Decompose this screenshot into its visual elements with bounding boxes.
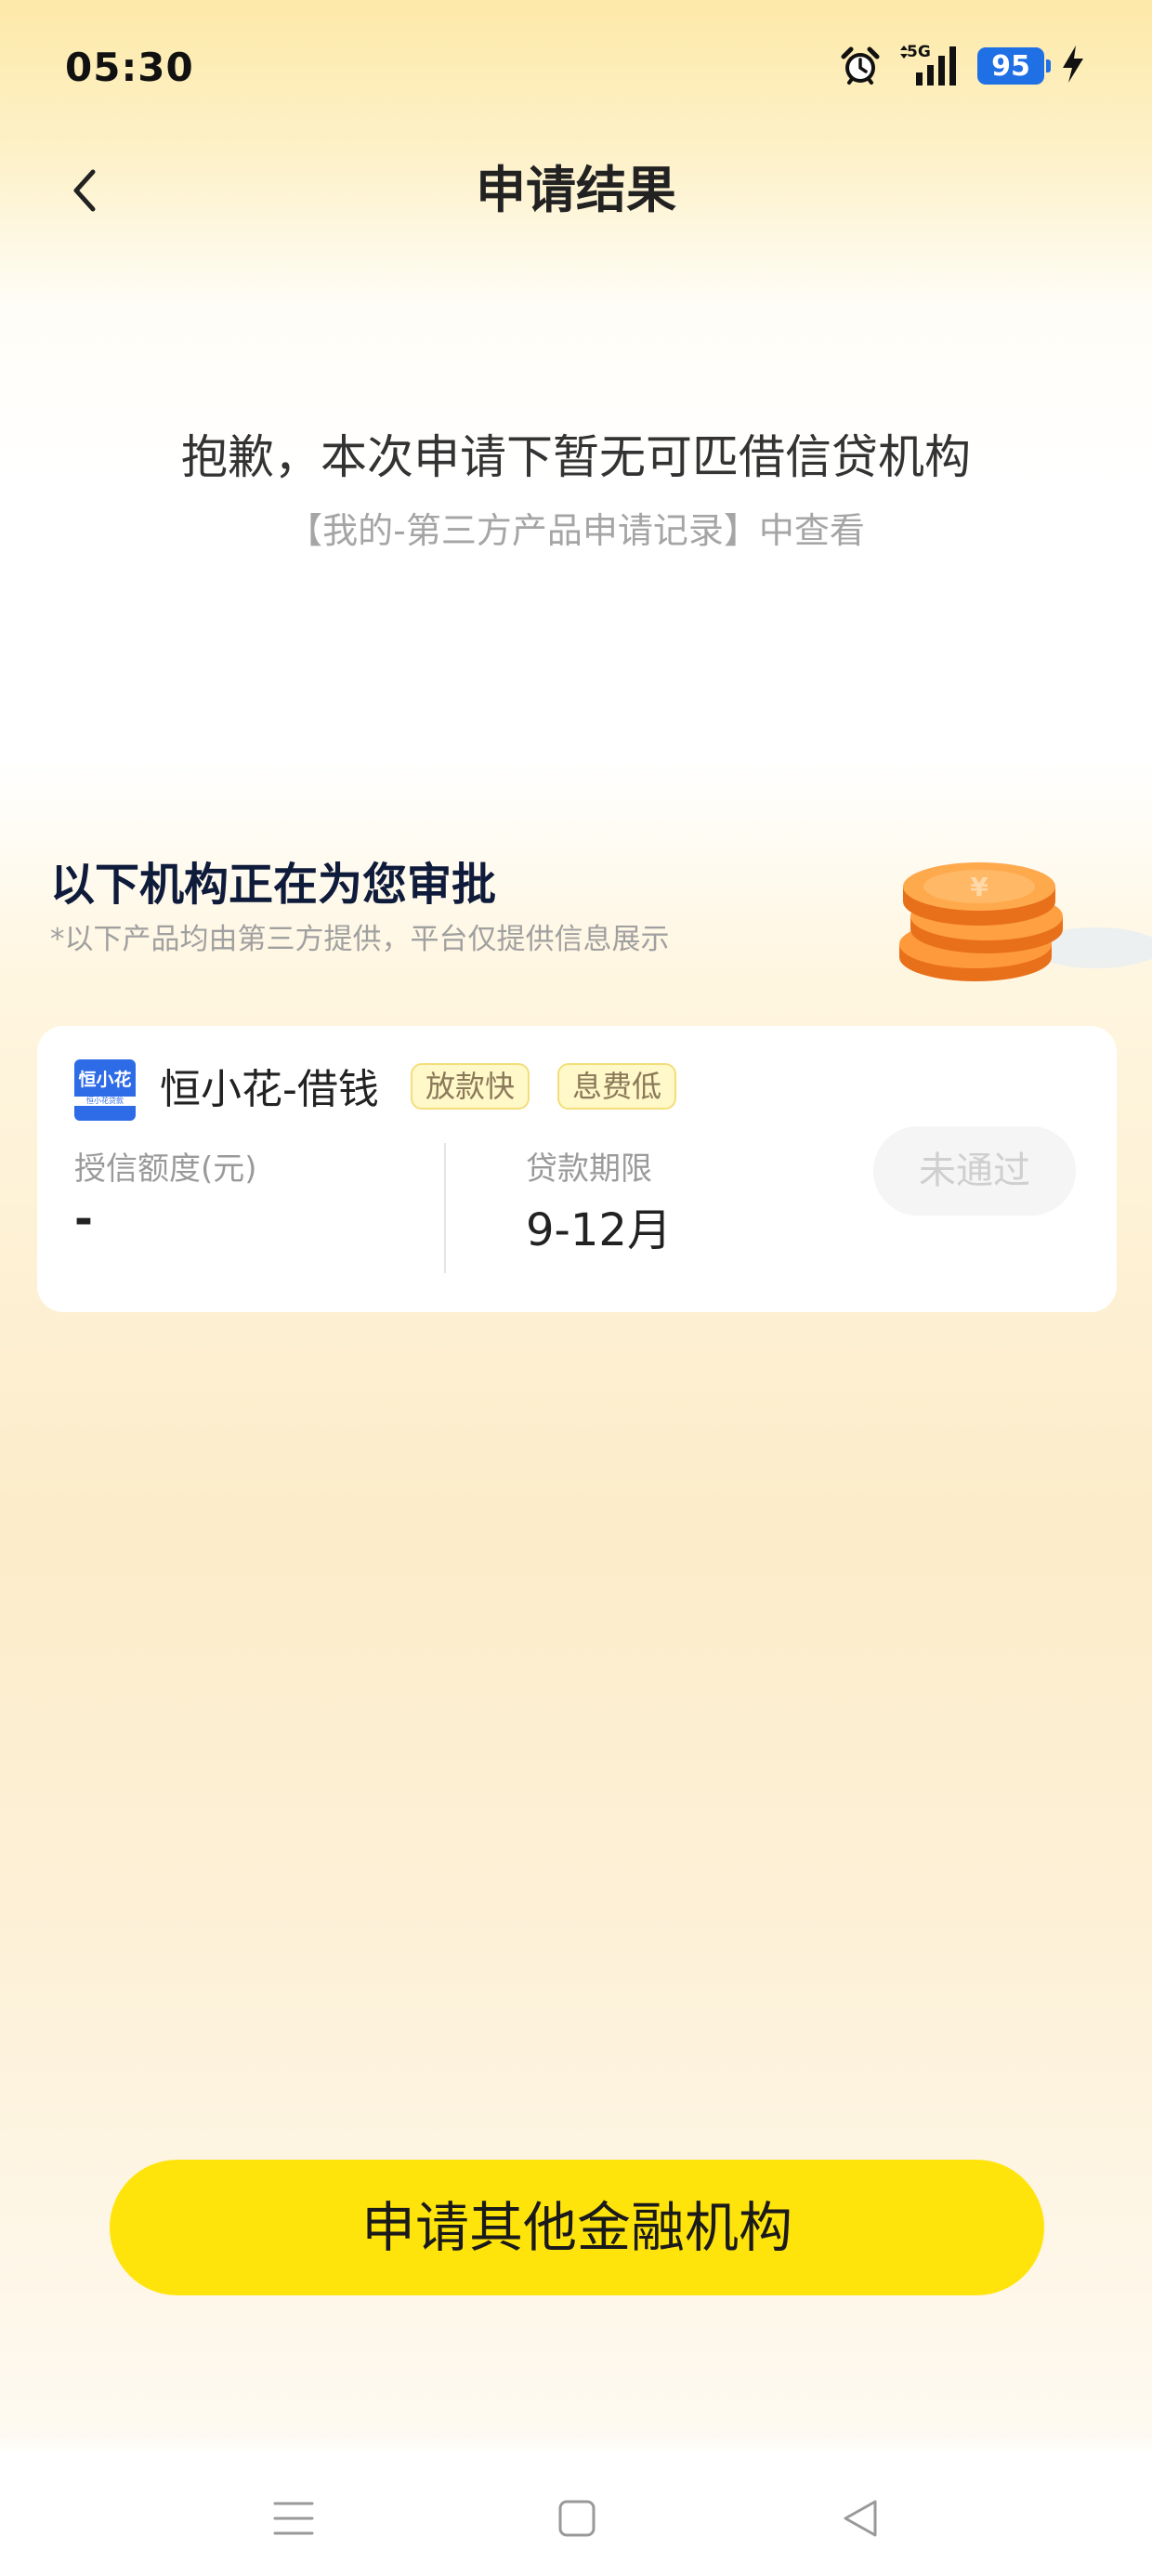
credit-limit-value: -	[74, 1193, 93, 1245]
logo-subtext: 恒小花贷款	[74, 1097, 136, 1106]
section-title: 以下机构正在为您审批	[50, 859, 497, 911]
result-message: 抱歉，本次申请下暂无可匹借信贷机构	[181, 430, 971, 484]
logo-text: 恒小花	[78, 1070, 132, 1090]
credit-limit-label: 授信额度(元)	[74, 1150, 257, 1188]
page-title: 申请结果	[476, 161, 676, 219]
chevron-left-icon	[73, 169, 96, 212]
system-nav-bar	[0, 2453, 1152, 2576]
back-icon[interactable]	[823, 2481, 897, 2556]
coins-icon: ¥	[883, 836, 1152, 1004]
svg-text:¥: ¥	[970, 872, 988, 902]
apply-other-institutions-button[interactable]: 申请其他金融机构	[110, 2160, 1044, 2295]
loan-term-label: 贷款期限	[526, 1150, 652, 1188]
status-badge: 未通过	[873, 1126, 1076, 1216]
result-sub-message: 【我的-第三方产品申请记录】中查看	[287, 510, 865, 551]
product-logo: 恒小花 恒小花贷款	[74, 1059, 136, 1121]
battery-icon: 95	[977, 47, 1051, 85]
status-bar: 05:30 5G 95	[0, 0, 1152, 139]
back-button[interactable]	[56, 158, 111, 223]
status-icons: 5G 95	[838, 43, 1087, 89]
status-time: 05:30	[65, 45, 194, 90]
tag-fast-loan: 放款快	[411, 1063, 530, 1110]
loan-term-value: 9-12月	[526, 1204, 672, 1256]
alarm-icon	[838, 44, 883, 88]
product-name: 恒小花-借钱	[160, 1066, 379, 1113]
divider	[444, 1143, 446, 1273]
charging-icon	[1059, 44, 1087, 88]
product-card[interactable]: 恒小花 恒小花贷款 恒小花-借钱 放款快 息费低 授信额度(元) - 贷款期限 …	[37, 1026, 1117, 1312]
section-note: *以下产品均由第三方提供，平台仅提供信息展示	[50, 923, 670, 956]
screen: 05:30 5G 95 申请结果 抱歉，本次申请下暂无可匹借信贷机构 【我的-第…	[0, 0, 1152, 2576]
signal-icon: 5G	[897, 43, 962, 89]
tag-low-interest: 息费低	[557, 1063, 677, 1110]
home-icon[interactable]	[540, 2481, 614, 2556]
menu-icon[interactable]	[256, 2481, 331, 2556]
